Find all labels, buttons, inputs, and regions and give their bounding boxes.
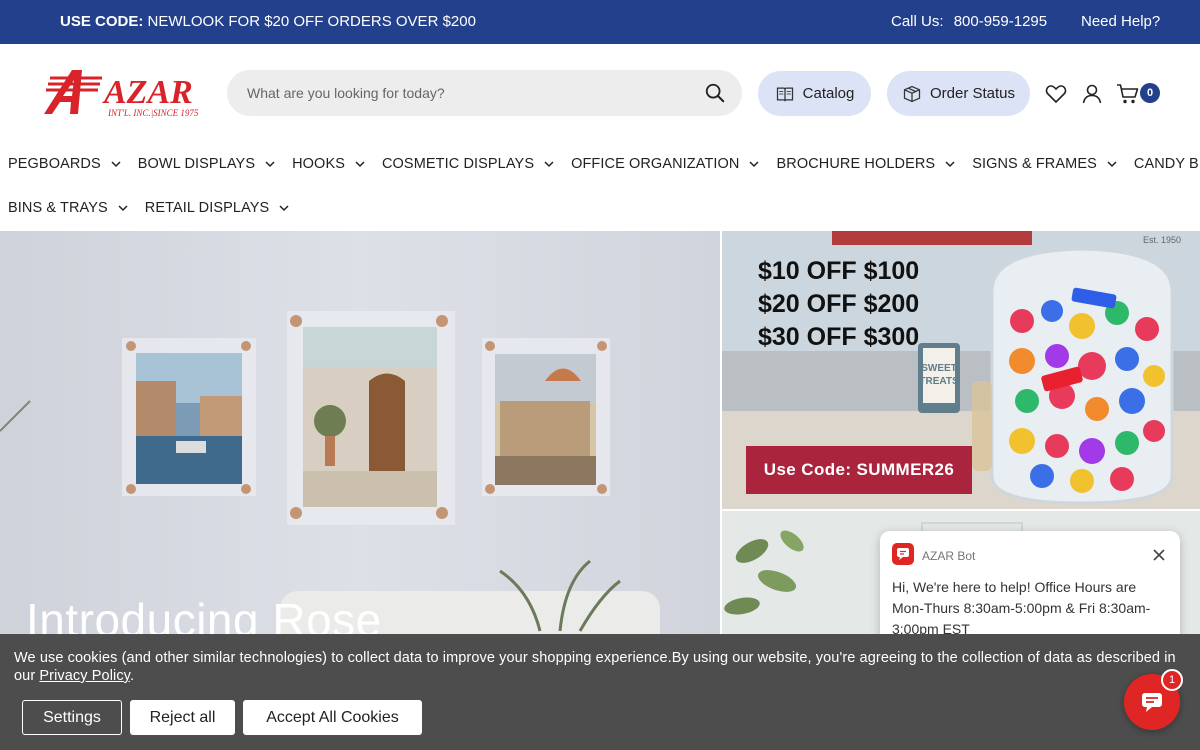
nav-item-label: PEGBOARDS bbox=[8, 156, 101, 172]
order-status-button[interactable]: Order Status bbox=[887, 71, 1030, 116]
main-nav-row-2: BINS & TRAYS RETAIL DISPLAYS bbox=[8, 197, 306, 219]
chevron-down-icon[interactable] bbox=[264, 158, 276, 170]
deal-tier-3: $30 OFF $300 bbox=[758, 323, 920, 351]
nav-item-label: BINS & TRAYS bbox=[8, 200, 108, 216]
promo-banner-candy[interactable]: SWEET TREATS Est. 1950 $10 OFF $100 $20 … bbox=[722, 231, 1200, 509]
cookie-settings-button[interactable]: Settings bbox=[22, 700, 122, 735]
treats-sign-text: TREATS bbox=[919, 376, 959, 387]
main-nav-row-1: PEGBOARDS BOWL DISPLAYS HOOKS COSMETIC DISP… bbox=[8, 153, 1200, 175]
promo-code-label: USE CODE: bbox=[60, 13, 144, 30]
need-help-link[interactable]: Need Help? bbox=[1081, 13, 1160, 30]
cookie-text: We use cookies (and other similar techno… bbox=[14, 650, 1176, 684]
chevron-down-icon[interactable] bbox=[748, 158, 760, 170]
reject-all-button[interactable]: Reject all bbox=[130, 700, 235, 735]
nav-item-bins-trays[interactable]: BINS & TRAYS bbox=[8, 197, 129, 219]
hero-frames-image bbox=[0, 231, 720, 651]
chevron-down-icon[interactable] bbox=[117, 202, 129, 214]
privacy-policy-link[interactable]: Privacy Policy bbox=[39, 668, 130, 684]
deal-tier-2: $20 OFF $200 bbox=[758, 290, 920, 318]
nav-item-label: BROCHURE HOLDERS bbox=[776, 156, 936, 172]
search-bar[interactable]: What are you looking for today? bbox=[227, 70, 742, 116]
chevron-down-icon[interactable] bbox=[543, 158, 555, 170]
est-sign-text: Est. 1950 bbox=[1143, 235, 1181, 245]
chat-bubble-icon bbox=[897, 548, 909, 560]
catalog-label: Catalog bbox=[802, 85, 855, 102]
chevron-down-icon[interactable] bbox=[354, 158, 366, 170]
cookie-consent-bar: We use cookies (and other similar techno… bbox=[0, 634, 1200, 750]
search-icon[interactable] bbox=[704, 82, 726, 104]
nav-item-label: CANDY BINS bbox=[1133, 156, 1200, 172]
catalog-button[interactable]: Catalog bbox=[758, 71, 871, 116]
nav-item-label: SIGNS & FRAMES bbox=[972, 156, 1097, 172]
book-icon bbox=[776, 87, 793, 102]
nav-item-label: OFFICE ORGANIZATION bbox=[571, 156, 740, 172]
order-status-label: Order Status bbox=[929, 85, 1016, 102]
nav-item-retail-displays[interactable]: RETAIL DISPLAYS bbox=[145, 197, 291, 219]
chat-notification-badge: 1 bbox=[1161, 669, 1183, 691]
nav-item-label: HOOKS bbox=[292, 156, 345, 172]
promo-bar: USE CODE: NEWLOOK FOR $20 OFF ORDERS OVE… bbox=[0, 0, 1200, 44]
deal-tiers: $10 OFF $100 $20 OFF $200 $30 OFF $300 bbox=[758, 255, 919, 354]
user-icon[interactable] bbox=[1080, 82, 1104, 106]
nav-item-candy-bins[interactable]: CANDY BINS bbox=[1134, 153, 1200, 175]
close-icon[interactable] bbox=[1152, 548, 1166, 562]
search-input[interactable]: What are you looking for today? bbox=[247, 85, 445, 101]
chat-icon bbox=[1142, 693, 1162, 712]
nav-item-cosmetic-displays[interactable]: COSMETIC DISPLAYS bbox=[382, 153, 555, 175]
bot-name: AZAR Bot bbox=[922, 549, 976, 563]
bot-avatar bbox=[892, 543, 914, 565]
chevron-down-icon[interactable] bbox=[944, 158, 956, 170]
nav-item-label: BOWL DISPLAYS bbox=[137, 156, 256, 172]
promo-code-text: NEWLOOK FOR $20 OFF ORDERS OVER $200 bbox=[147, 13, 476, 30]
chevron-down-icon[interactable] bbox=[278, 202, 290, 214]
nav-item-signs-frames[interactable]: SIGNS & FRAMES bbox=[972, 153, 1118, 175]
site-header: AZAR INT'L. INC.|SINCE 1975 What are you… bbox=[0, 44, 1200, 142]
azar-logo-mark: AZAR INT'L. INC.|SINCE 1975 bbox=[44, 70, 199, 118]
nav-item-brochure-holders[interactable]: BROCHURE HOLDERS bbox=[776, 153, 956, 175]
cart-count-badge: 0 bbox=[1140, 83, 1160, 103]
nav-item-pegboards[interactable]: PEGBOARDS bbox=[8, 153, 122, 175]
nav-item-label: COSMETIC DISPLAYS bbox=[381, 156, 535, 172]
accept-all-cookies-button[interactable]: Accept All Cookies bbox=[243, 700, 422, 735]
nav-item-office-organization[interactable]: OFFICE ORGANIZATION bbox=[571, 153, 760, 175]
nav-item-bowl-displays[interactable]: BOWL DISPLAYS bbox=[138, 153, 276, 175]
cookie-text-end: . bbox=[129, 668, 135, 684]
box-icon bbox=[903, 85, 921, 102]
deal-tier-1: $10 OFF $100 bbox=[758, 257, 920, 285]
heart-icon[interactable] bbox=[1044, 82, 1068, 106]
promo-code-button[interactable]: Use Code: SUMMER26 bbox=[746, 446, 972, 494]
chevron-down-icon[interactable] bbox=[110, 158, 122, 170]
call-us[interactable]: Call Us: 800-959-1295 bbox=[891, 13, 1047, 30]
azar-logo[interactable]: AZAR INT'L. INC.|SINCE 1975 bbox=[42, 66, 214, 118]
hero-banner-main[interactable]: Introducing Rose bbox=[0, 231, 720, 651]
cookie-message: We use cookies (and other similar techno… bbox=[14, 649, 1184, 685]
chevron-down-icon[interactable] bbox=[1106, 158, 1118, 170]
svg-text:AZAR: AZAR bbox=[102, 74, 193, 111]
svg-text:INT'L. INC.|SINCE 1975: INT'L. INC.|SINCE 1975 bbox=[107, 108, 199, 118]
nav-item-hooks[interactable]: HOOKS bbox=[292, 153, 366, 175]
promo-message: USE CODE: NEWLOOK FOR $20 OFF ORDERS OVE… bbox=[60, 13, 476, 30]
call-us-label: Call Us: bbox=[891, 13, 944, 30]
bot-message: Hi, We're here to help! Office Hours are… bbox=[892, 579, 1151, 637]
phone-number[interactable]: 800-959-1295 bbox=[954, 13, 1047, 30]
nav-item-label: RETAIL DISPLAYS bbox=[144, 200, 270, 216]
sweet-sign-text: SWEET bbox=[921, 363, 957, 374]
cart-icon[interactable] bbox=[1116, 82, 1140, 106]
